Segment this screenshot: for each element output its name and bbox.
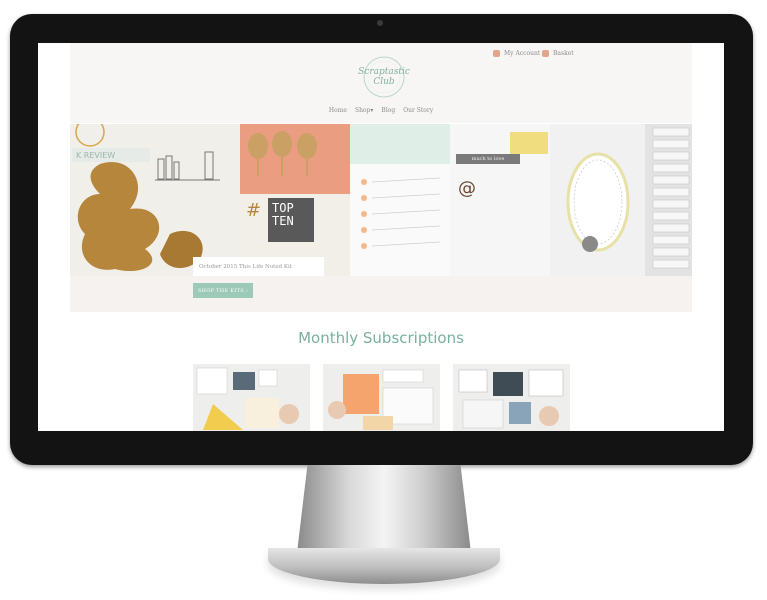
basket-icon: [542, 50, 549, 57]
hero-card-tag: much to love @: [450, 124, 550, 276]
at-sign-icon: @: [458, 178, 476, 199]
subscription-thumb-1[interactable]: [193, 364, 310, 431]
monitor-frame: My Account Basket Scraptastic Club Home …: [10, 14, 753, 465]
sticker-strip: [652, 127, 690, 269]
nav-shop[interactable]: Shop▾: [355, 107, 373, 114]
hero-card-left: K REVIEW: [70, 124, 240, 276]
kit-photo-2: [328, 369, 434, 430]
main-nav: Home Shop▾ Blog Our Story: [70, 107, 692, 114]
shop-the-kits-button[interactable]: SHOP THE KITS ›: [193, 283, 253, 298]
my-account-link[interactable]: My Account: [493, 50, 540, 57]
basket-label: Basket: [553, 50, 574, 57]
user-icon: [493, 50, 500, 57]
hero-card-stickers: [645, 124, 692, 276]
logo-text: Scraptastic Club: [358, 67, 410, 87]
oval-frame: [566, 152, 630, 252]
basket-link[interactable]: Basket: [542, 50, 574, 57]
site-header: My Account Basket Scraptastic Club Home …: [70, 43, 692, 123]
tree-stickers: [248, 131, 317, 176]
much-to-love-tag: much to love: [456, 154, 520, 164]
nav-home[interactable]: Home: [329, 107, 347, 114]
hash-icon: #: [246, 200, 262, 221]
monitor-screen: My Account Basket Scraptastic Club Home …: [38, 43, 724, 431]
nav-our-story[interactable]: Our Story: [403, 107, 433, 114]
hero-band: [70, 276, 692, 312]
section-title: Monthly Subscriptions: [298, 329, 464, 347]
nav-blog[interactable]: Blog: [381, 107, 395, 114]
hero-card-oval: [550, 124, 645, 276]
monitor-stand-base: [268, 548, 500, 584]
top-ten-badge: TOP TEN: [268, 198, 314, 242]
hero-card-list: [350, 164, 450, 276]
numbered-list-graphic: [361, 177, 441, 249]
hero-card-mint: [350, 124, 450, 164]
subscription-thumb-3[interactable]: [453, 364, 570, 431]
hero-caption: October 2015 This Life Noted Kit: [193, 257, 324, 276]
hero-card-orange: [240, 124, 350, 194]
hero-banner[interactable]: K REVIEW TOP TEN # much to love @: [70, 124, 692, 276]
washi-tape: [510, 132, 548, 154]
subscription-thumb-2[interactable]: [323, 364, 440, 431]
cork-leaf-decoration: [75, 124, 220, 272]
my-account-label: My Account: [504, 50, 541, 57]
webcam: [377, 20, 383, 26]
kit-photo-3: [458, 369, 564, 429]
kit-photo-1: [196, 367, 299, 430]
monitor-stand-neck: [297, 465, 471, 553]
